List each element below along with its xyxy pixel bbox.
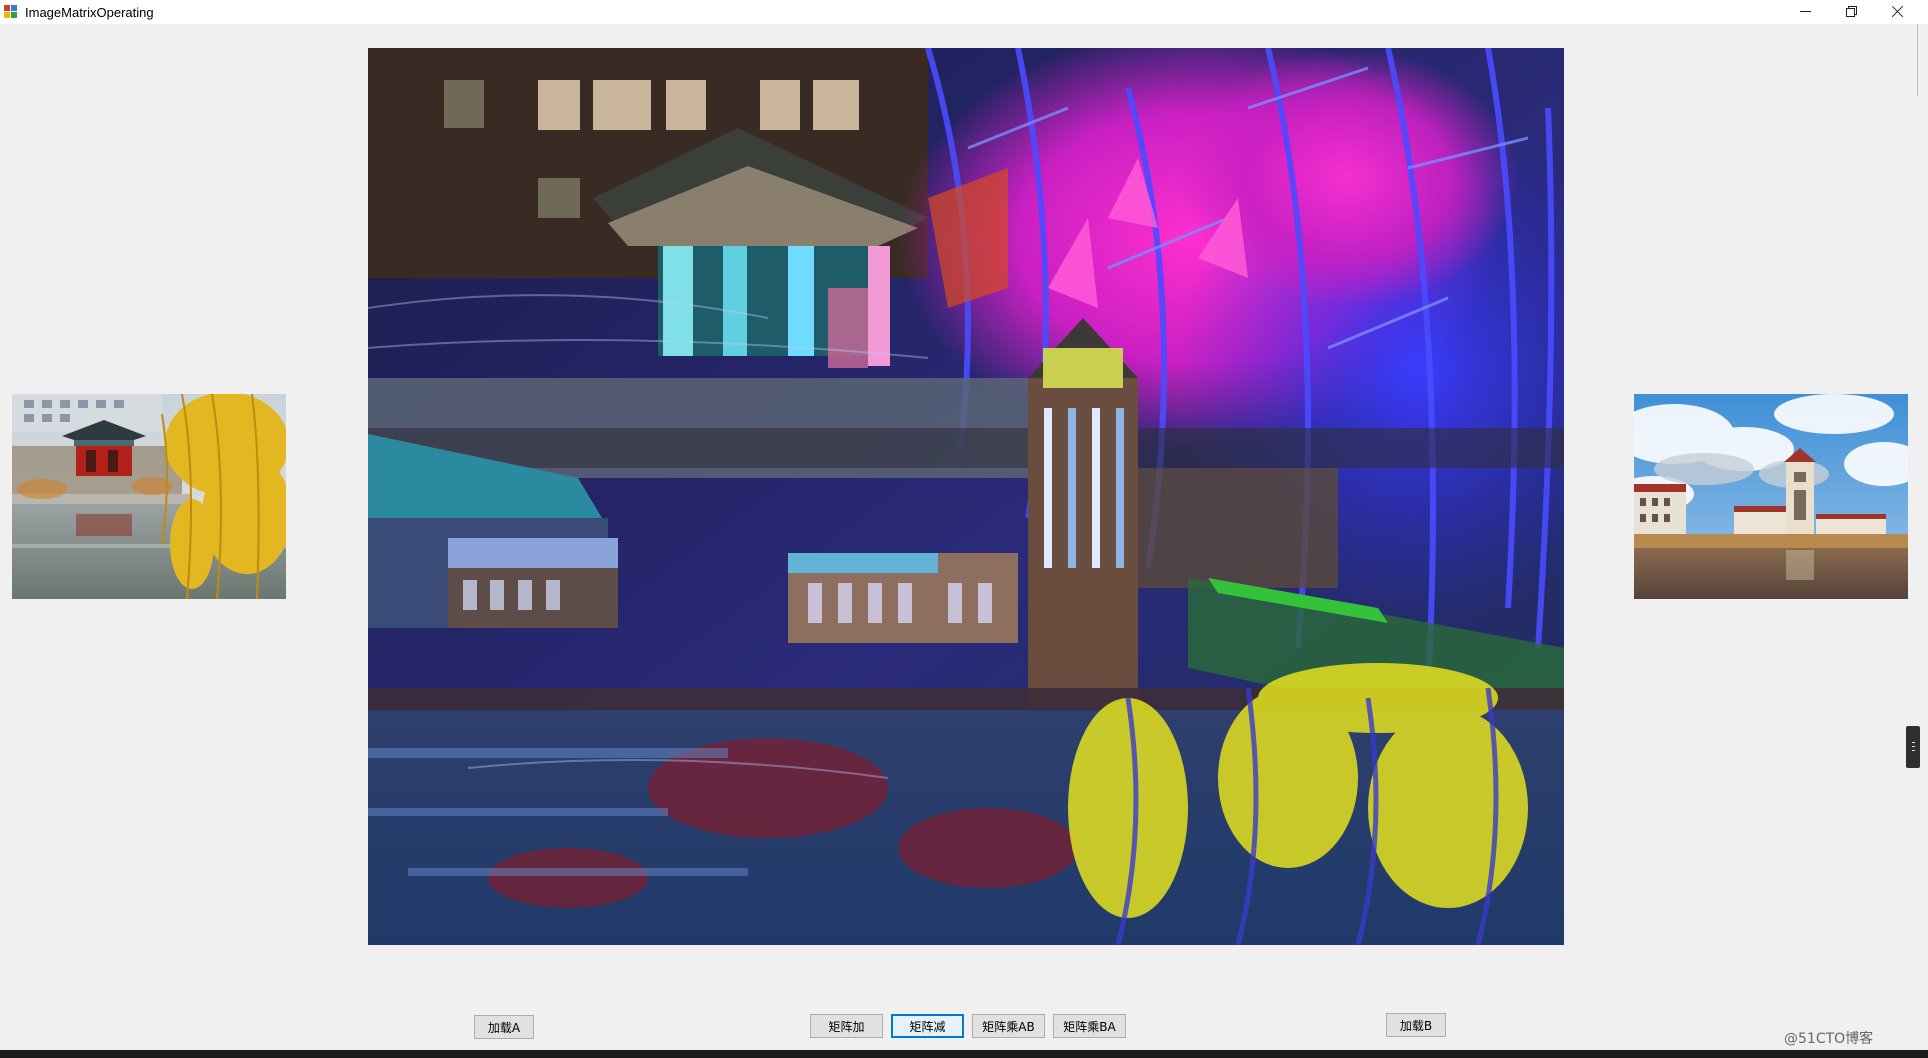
close-icon bbox=[1891, 5, 1904, 18]
restore-icon bbox=[1845, 5, 1857, 17]
title-bar[interactable]: ImageMatrixOperating bbox=[0, 0, 1928, 24]
picture-box-a bbox=[12, 394, 286, 599]
window-title: ImageMatrixOperating bbox=[25, 4, 154, 20]
matrix-multiply-ab-button[interactable]: 矩阵乘AB bbox=[972, 1014, 1045, 1038]
taskbar bbox=[0, 1050, 1928, 1058]
minimize-button[interactable] bbox=[1782, 0, 1828, 22]
side-grip-handle[interactable] bbox=[1906, 726, 1920, 768]
app-window-icon bbox=[4, 5, 18, 19]
matrix-subtract-button[interactable]: 矩阵减 bbox=[891, 1014, 964, 1038]
matrix-multiply-ba-button[interactable]: 矩阵乘BA bbox=[1053, 1014, 1126, 1038]
load-a-button[interactable]: 加载A bbox=[474, 1015, 534, 1039]
picture-box-result bbox=[368, 48, 1564, 945]
load-b-button[interactable]: 加载B bbox=[1386, 1013, 1446, 1037]
matrix-add-button[interactable]: 矩阵加 bbox=[810, 1014, 883, 1038]
watermark-text: @51CTO博客 bbox=[1784, 1031, 1874, 1047]
minimize-icon bbox=[1799, 10, 1811, 12]
restore-button[interactable] bbox=[1828, 0, 1874, 22]
scrollbar-edge bbox=[1917, 24, 1918, 96]
close-button[interactable] bbox=[1874, 0, 1920, 22]
picture-box-b bbox=[1634, 394, 1908, 599]
